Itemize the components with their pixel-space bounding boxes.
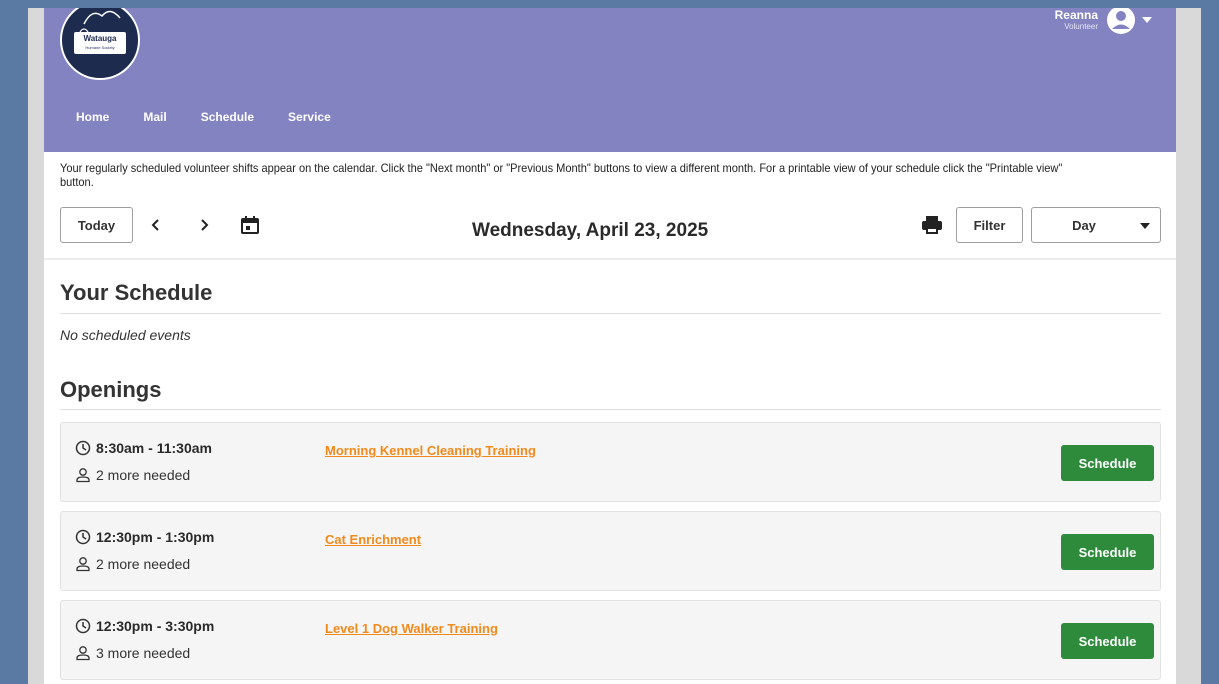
- event-link[interactable]: Level 1 Dog Walker Training: [325, 621, 498, 636]
- print-icon[interactable]: [921, 215, 943, 235]
- today-button[interactable]: Today: [60, 207, 133, 243]
- schedule-instructions: Your regularly scheduled volunteer shift…: [60, 161, 1063, 189]
- filter-button[interactable]: Filter: [956, 207, 1023, 243]
- chevron-left-icon: [151, 219, 159, 231]
- toolbar-divider: [44, 258, 1176, 260]
- opening-time: 8:30am - 11:30am: [75, 440, 212, 456]
- clock-icon: [75, 440, 91, 456]
- opening-time: 12:30pm - 1:30pm: [75, 529, 214, 545]
- logo-plate: Watauga Humane Society: [74, 32, 126, 54]
- chevron-right-icon: [201, 219, 209, 231]
- opening-card: 8:30am - 11:30am 2 more needed Morning K…: [60, 422, 1161, 502]
- opening-needed-text: 3 more needed: [96, 645, 191, 661]
- organization-logo[interactable]: Watauga Humane Society: [60, 8, 140, 80]
- logo-subtitle: Humane Society: [85, 45, 115, 50]
- openings-heading: Openings: [60, 377, 162, 402]
- account-circle-icon[interactable]: [1106, 8, 1136, 35]
- view-select-value: Day: [1072, 217, 1096, 233]
- clock-icon: [75, 618, 91, 634]
- opening-needed-text: 2 more needed: [96, 467, 191, 483]
- nav-home[interactable]: Home: [76, 110, 109, 124]
- user-info: Reanna Volunteer: [1055, 8, 1098, 32]
- no-events-text: No scheduled events: [60, 327, 191, 343]
- calendar-toolbar: Today Wednesday, April 23, 2025 Filter D…: [60, 207, 1161, 243]
- opening-card: 12:30pm - 1:30pm 2 more needed Cat Enric…: [60, 511, 1161, 591]
- chevron-down-icon: [1140, 223, 1150, 229]
- opening-needed-text: 2 more needed: [96, 556, 191, 572]
- person-icon: [76, 468, 90, 483]
- opening-needed: 2 more needed: [75, 467, 190, 483]
- user-menu[interactable]: Reanna Volunteer: [1055, 8, 1152, 38]
- schedule-button[interactable]: Schedule: [1061, 623, 1154, 659]
- nav-service[interactable]: Service: [288, 110, 331, 124]
- schedule-button[interactable]: Schedule: [1061, 534, 1154, 570]
- person-icon: [76, 557, 90, 572]
- main-nav: Home Mail Schedule Service: [76, 110, 331, 124]
- section-divider: [60, 313, 1161, 314]
- view-select[interactable]: Day: [1031, 207, 1161, 243]
- header-bar: Watauga Humane Society Reanna Volunteer …: [44, 8, 1176, 152]
- schedule-button[interactable]: Schedule: [1061, 445, 1154, 481]
- clock-icon: [75, 529, 91, 545]
- opening-card: 12:30pm - 3:30pm 3 more needed Level 1 D…: [60, 600, 1161, 680]
- user-role: Volunteer: [1064, 22, 1098, 31]
- previous-button[interactable]: [146, 215, 166, 235]
- calendar-icon[interactable]: [240, 215, 260, 235]
- opening-needed: 2 more needed: [75, 556, 190, 572]
- opening-needed: 3 more needed: [75, 645, 190, 661]
- nav-schedule[interactable]: Schedule: [201, 110, 254, 124]
- event-link[interactable]: Morning Kennel Cleaning Training: [325, 443, 536, 458]
- section-divider: [60, 409, 1161, 410]
- opening-time: 12:30pm - 3:30pm: [75, 618, 214, 634]
- opening-time-text: 8:30am - 11:30am: [96, 440, 212, 456]
- current-date: Wednesday, April 23, 2025: [472, 220, 709, 241]
- next-button[interactable]: [194, 215, 214, 235]
- opening-time-text: 12:30pm - 3:30pm: [96, 618, 215, 634]
- your-schedule-heading: Your Schedule: [60, 280, 213, 305]
- app-window: Watauga Humane Society Reanna Volunteer …: [44, 8, 1176, 684]
- chevron-down-icon[interactable]: [1142, 17, 1152, 23]
- nav-mail[interactable]: Mail: [143, 110, 166, 124]
- user-name: Reanna: [1054, 8, 1098, 22]
- logo-name: Watauga: [83, 34, 117, 43]
- event-link[interactable]: Cat Enrichment: [325, 532, 421, 547]
- opening-time-text: 12:30pm - 1:30pm: [96, 529, 215, 545]
- person-icon: [76, 646, 90, 661]
